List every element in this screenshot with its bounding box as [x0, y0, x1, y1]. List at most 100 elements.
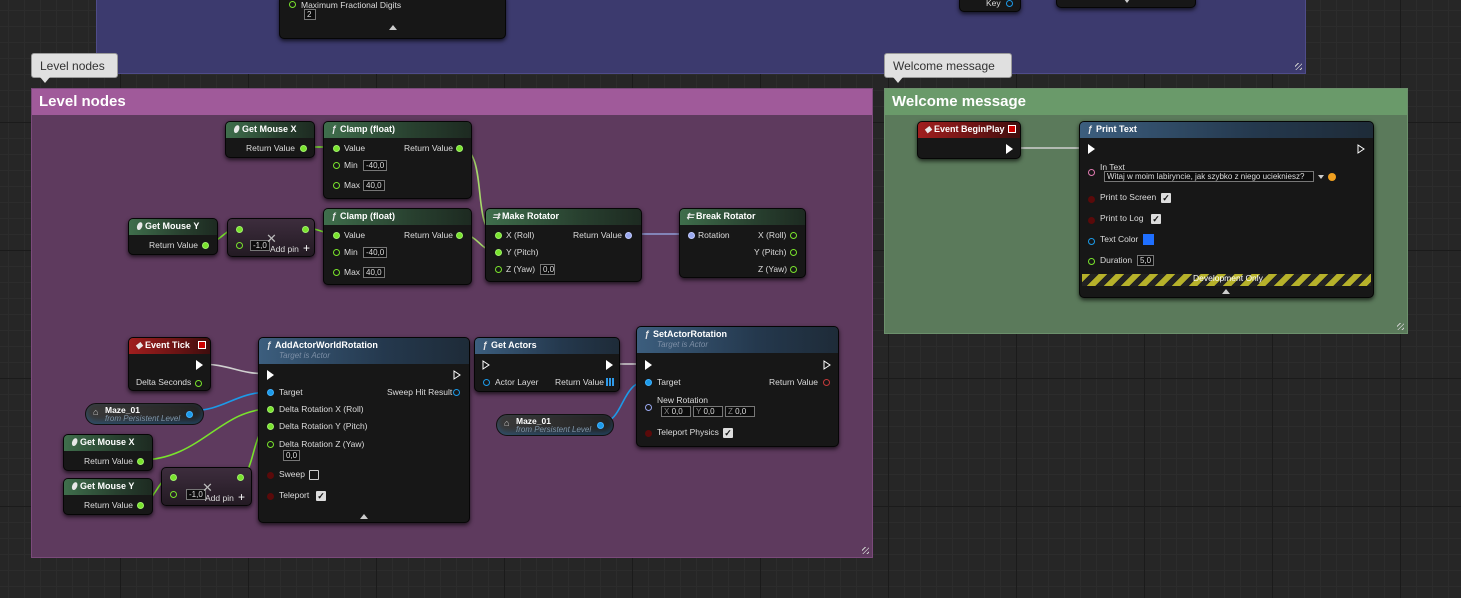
pin-return-value[interactable]: [137, 458, 144, 465]
pin-x-roll[interactable]: [790, 232, 797, 239]
teleport-checkbox[interactable]: ✓: [316, 491, 326, 501]
max-input[interactable]: 40,0: [363, 180, 385, 191]
text-color-swatch[interactable]: [1143, 234, 1154, 245]
pin-b[interactable]: [170, 491, 177, 498]
node-event-begin-play[interactable]: ◆ Event BeginPlay: [917, 121, 1021, 159]
pin-target[interactable]: [267, 389, 274, 396]
pin-b[interactable]: [236, 242, 243, 249]
pin-actor-layer[interactable]: [483, 379, 490, 386]
exec-out-pin[interactable]: [606, 360, 613, 370]
pin-value[interactable]: [333, 145, 340, 152]
pin-value[interactable]: [333, 232, 340, 239]
chevron-down-icon[interactable]: [1318, 175, 1324, 179]
node-get-mouse-x-1[interactable]: ⬮ Get Mouse X Return Value: [225, 121, 315, 158]
array-grid-icon[interactable]: [606, 378, 614, 386]
pin-print-to-screen[interactable]: [1088, 196, 1095, 203]
exec-out-pin[interactable]: [1357, 144, 1365, 154]
node-get-mouse-y-2[interactable]: ⬮ Get Mouse Y Return Value: [63, 478, 153, 515]
add-pin-label[interactable]: Add pin: [205, 493, 234, 503]
node-break-rotator[interactable]: ⇇ Break Rotator Rotation X (Roll) Y (Pitc…: [679, 208, 806, 278]
node-clamp-2[interactable]: ƒ Clamp (float) Value Return Value Min -4…: [323, 208, 472, 285]
rotation-z-input[interactable]: Z 0,0: [725, 406, 755, 417]
pin-new-rotation[interactable]: [645, 404, 652, 411]
add-pin-label[interactable]: Add pin: [270, 244, 299, 254]
node-multiply-1[interactable]: -1,0 ✕ Add pin +: [227, 218, 315, 257]
pin-a[interactable]: [170, 474, 177, 481]
pin-y-pitch[interactable]: [495, 249, 502, 256]
pin-return-value[interactable]: [300, 145, 307, 152]
min-input[interactable]: -40,0: [363, 160, 387, 171]
pin-z-yaw[interactable]: [790, 266, 797, 273]
node-add-actor-world-rotation[interactable]: ƒ AddActorWorldRotation Target is Actor T…: [258, 337, 470, 523]
exec-out-pin[interactable]: [196, 360, 203, 370]
node-get-mouse-y-1[interactable]: ⬮ Get Mouse Y Return Value: [128, 218, 218, 255]
pin-max[interactable]: [333, 182, 340, 189]
pin-in-text[interactable]: [1088, 169, 1095, 176]
pin-y-pitch[interactable]: [790, 249, 797, 256]
max-input[interactable]: 40,0: [363, 267, 385, 278]
exec-out-pin[interactable]: [453, 370, 461, 380]
delta-z-input[interactable]: 0,0: [283, 450, 300, 461]
pin-delta-z[interactable]: [267, 441, 274, 448]
node-event-tick[interactable]: ◆ Event Tick Delta Seconds: [128, 337, 211, 391]
print-to-screen-checkbox[interactable]: ✓: [1161, 193, 1171, 203]
exec-in-pin[interactable]: [267, 370, 274, 380]
pin-min[interactable]: [333, 162, 340, 169]
pin-a[interactable]: [236, 226, 243, 233]
rotation-y-input[interactable]: Y 0,0: [693, 406, 723, 417]
z-yaw-input[interactable]: 0,0: [540, 264, 555, 275]
pin-print-to-log[interactable]: [1088, 217, 1095, 224]
duration-input[interactable]: 5,0: [1137, 255, 1154, 266]
pin-min[interactable]: [333, 249, 340, 256]
pin-maze-out[interactable]: [597, 422, 604, 429]
pin-delta-seconds[interactable]: [195, 380, 202, 387]
pin-rotation[interactable]: [688, 232, 695, 239]
node-make-rotator[interactable]: ⇉ Make Rotator X (Roll) Return Value Y (P…: [485, 208, 642, 282]
pin-return-value[interactable]: [456, 145, 463, 152]
pin-result[interactable]: [302, 226, 309, 233]
pin-delta-y[interactable]: [267, 423, 274, 430]
exec-in-pin[interactable]: [1088, 144, 1095, 154]
node-multiply-2[interactable]: -1,0 ✕ Add pin +: [161, 467, 252, 506]
node-get-actors[interactable]: ƒ Get Actors Actor Layer Return Value: [474, 337, 620, 392]
pin-return-value[interactable]: [456, 232, 463, 239]
exec-in-pin[interactable]: [645, 360, 652, 370]
min-input[interactable]: -40,0: [363, 247, 387, 258]
plus-icon[interactable]: +: [238, 490, 245, 504]
exec-in-pin[interactable]: [482, 360, 490, 370]
pin-target[interactable]: [645, 379, 652, 386]
pin-return-value[interactable]: [137, 502, 144, 509]
var-maze-01-a[interactable]: ⌂ Maze_01 from Persistent Level: [85, 403, 204, 425]
node-get-mouse-x-2[interactable]: ⬮ Get Mouse X Return Value: [63, 434, 153, 471]
pin-z-yaw[interactable]: [495, 266, 502, 273]
node-clamp-1[interactable]: ƒ Clamp (float) Value Return Value Min -4…: [323, 121, 472, 199]
node-print-text[interactable]: ƒ Print Text In Text Witaj w moim labiryn…: [1079, 121, 1374, 298]
pin-return-value[interactable]: [202, 242, 209, 249]
plus-icon[interactable]: +: [303, 241, 310, 255]
pin-return-value[interactable]: [823, 379, 830, 386]
pin-teleport[interactable]: [267, 493, 274, 500]
node-set-actor-rotation[interactable]: ƒ SetActorRotation Target is Actor Target…: [636, 326, 839, 447]
exec-out-pin[interactable]: [823, 360, 831, 370]
teleport-physics-checkbox[interactable]: ✓: [723, 428, 733, 438]
sweep-checkbox[interactable]: [309, 470, 319, 480]
delegate-icon[interactable]: [1008, 125, 1016, 133]
pin-teleport-physics[interactable]: [645, 430, 652, 437]
pin-sweep-hit-result[interactable]: [453, 389, 460, 396]
pin-maze-out[interactable]: [186, 411, 193, 418]
pin-x-roll[interactable]: [495, 232, 502, 239]
var-maze-01-b[interactable]: ⌂ Maze_01 from Persistent Level: [496, 414, 614, 436]
pin-result[interactable]: [237, 474, 244, 481]
pin-text-color[interactable]: [1088, 238, 1095, 245]
rotation-x-input[interactable]: X 0,0: [661, 406, 691, 417]
exec-out-pin[interactable]: [1006, 144, 1013, 154]
delegate-icon[interactable]: [198, 341, 206, 349]
print-to-log-checkbox[interactable]: ✓: [1151, 214, 1161, 224]
collapse-icon[interactable]: [1222, 289, 1230, 294]
pin-max[interactable]: [333, 269, 340, 276]
localization-icon[interactable]: [1328, 173, 1336, 181]
collapse-icon[interactable]: [360, 514, 368, 519]
pin-delta-x[interactable]: [267, 406, 274, 413]
in-text-input[interactable]: Witaj w moim labiryncie, jak szybko z ni…: [1104, 171, 1314, 182]
pin-return-value[interactable]: [625, 232, 632, 239]
